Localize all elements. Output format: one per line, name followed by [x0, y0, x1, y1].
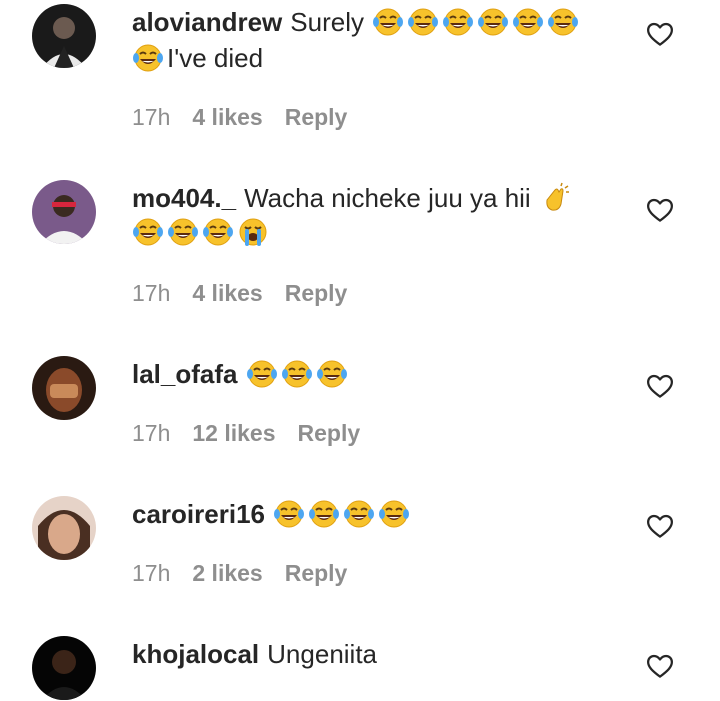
comment-text: Surely — [290, 7, 364, 37]
avatar[interactable] — [32, 636, 96, 700]
laughing-tears-emoji-icon — [547, 6, 579, 38]
laughing-tears-emoji-icon — [512, 6, 544, 38]
comment-text: I've died — [167, 43, 264, 73]
likes-count[interactable]: 12 likes — [192, 420, 275, 447]
username[interactable]: lal_ofafa — [132, 356, 238, 392]
laughing-tears-emoji-icon — [343, 498, 375, 530]
emoji-group — [539, 182, 574, 214]
laughing-tears-emoji-icon — [316, 358, 348, 390]
comment-meta: 17h 2 likes Reply — [132, 560, 369, 587]
laughing-tears-emoji-icon — [273, 498, 305, 530]
emoji-group — [132, 42, 167, 74]
reply-button[interactable]: Reply — [285, 104, 348, 131]
laughing-tears-emoji-icon — [281, 358, 313, 390]
likes-count[interactable]: 4 likes — [192, 104, 262, 131]
username[interactable]: mo404._ — [132, 180, 236, 216]
clapping-hands-emoji-icon — [539, 182, 571, 214]
username[interactable]: caroireri16 — [132, 496, 265, 532]
heart-icon[interactable] — [645, 511, 675, 541]
emoji-group — [246, 358, 351, 390]
heart-icon[interactable] — [645, 371, 675, 401]
laughing-tears-emoji-icon — [477, 6, 509, 38]
loudly-crying-emoji-icon — [237, 216, 269, 248]
laughing-tears-emoji-icon — [132, 42, 164, 74]
likes-count[interactable]: 2 likes — [192, 560, 262, 587]
emoji-group — [132, 216, 272, 248]
comment-meta: 17h 4 likes Reply — [132, 280, 369, 307]
comment-text: Ungeniita — [267, 639, 378, 669]
timestamp: 17h — [132, 420, 171, 446]
username[interactable]: aloviandrew — [132, 4, 282, 40]
avatar[interactable] — [32, 180, 96, 244]
timestamp: 17h — [132, 280, 171, 306]
comment-meta: 17h 4 likes Reply — [132, 104, 369, 131]
laughing-tears-emoji-icon — [407, 6, 439, 38]
laughing-tears-emoji-icon — [202, 216, 234, 248]
laughing-tears-emoji-icon — [167, 216, 199, 248]
laughing-tears-emoji-icon — [132, 216, 164, 248]
likes-count[interactable]: 4 likes — [192, 280, 262, 307]
username[interactable]: khojalocal — [132, 636, 259, 672]
timestamp: 17h — [132, 560, 171, 586]
heart-icon[interactable] — [645, 195, 675, 225]
comment-text: Wacha nicheke juu ya hii — [244, 183, 531, 213]
laughing-tears-emoji-icon — [372, 6, 404, 38]
laughing-tears-emoji-icon — [308, 498, 340, 530]
laughing-tears-emoji-icon — [246, 358, 278, 390]
heart-icon[interactable] — [645, 19, 675, 49]
reply-button[interactable]: Reply — [285, 560, 348, 587]
laughing-tears-emoji-icon — [378, 498, 410, 530]
timestamp: 17h — [132, 104, 171, 130]
reply-button[interactable]: Reply — [298, 420, 361, 447]
reply-button[interactable]: Reply — [285, 280, 348, 307]
emoji-group — [372, 6, 582, 38]
avatar[interactable] — [32, 496, 96, 560]
avatar[interactable] — [32, 356, 96, 420]
comment-meta: 17h 12 likes Reply — [132, 420, 382, 447]
laughing-tears-emoji-icon — [442, 6, 474, 38]
emoji-group — [273, 498, 413, 530]
avatar[interactable] — [32, 4, 96, 68]
heart-icon[interactable] — [645, 651, 675, 681]
